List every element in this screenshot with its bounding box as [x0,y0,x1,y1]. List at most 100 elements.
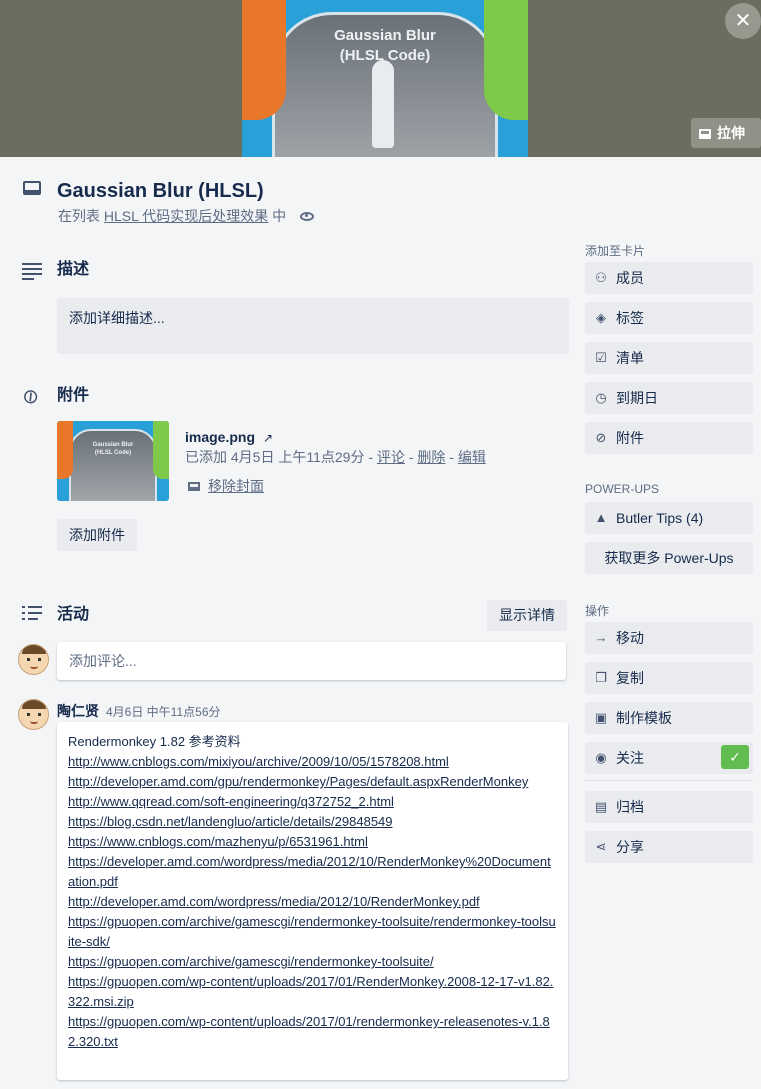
attachment-name[interactable]: image.png ↗ [185,429,273,445]
thumb-floor [69,429,157,501]
add-to-card-heading: 添加至卡片 [585,244,646,258]
show-details-button[interactable]: 显示详情 [487,600,567,631]
tag-icon: ◈ [596,310,606,325]
archive-icon: ▤ [594,799,608,814]
cover-image[interactable]: Gaussian Blur (HLSL Code) [242,0,528,157]
archive-label: 归档 [616,799,644,815]
comment-time[interactable]: 4月6日 中午11点56分 [106,703,221,720]
attachment-button[interactable]: ⊘ 附件 [585,422,753,454]
comment-link[interactable]: http://developer.amd.com/wordpress/media… [68,892,557,912]
description-icon [22,263,42,283]
move-label: 移动 [616,630,644,646]
description-heading: 描述 [57,261,90,278]
paperclip-icon: ⊘ [17,383,45,411]
attachment-label: 附件 [616,430,644,446]
remove-cover-label: 移除封面 [208,478,264,494]
attachment-edit-link[interactable]: 编辑 [458,449,486,465]
checklist-label: 清单 [616,350,644,366]
powerups-heading: POWER-UPS [585,482,660,496]
labels-button[interactable]: ◈ 标签 [585,302,753,334]
separator: - [368,449,374,465]
comment-text: Rendermonkey 1.82 参考资料 [68,734,241,749]
separator: - [408,449,414,465]
copy-button[interactable]: ❐ 复制 [585,662,753,694]
add-attachment-button[interactable]: 添加附件 [57,519,137,551]
external-link-icon[interactable]: ↗ [263,431,273,445]
copy-label: 复制 [616,670,644,686]
watch-check-icon: ✓ [721,745,749,769]
template-icon: ▣ [594,710,608,725]
watch-label: 关注 [616,750,644,766]
attachment-thumbnail[interactable]: Gaussian Blur (HLSL Code) [57,421,169,501]
comment-link[interactable]: https://blog.csdn.net/landengluo/article… [68,812,557,832]
watch-eye-icon [300,212,315,221]
labels-label: 标签 [616,310,644,326]
attachment-added-time: 已添加 4月5日 上午11点29分 [185,449,365,465]
butler-tips-label: Butler Tips (4) [616,510,704,526]
close-icon[interactable]: ✕ [725,3,761,39]
members-label: 成员 [616,270,644,286]
archive-button[interactable]: ▤ 归档 [585,791,753,823]
person-icon: ⚇ [595,270,607,285]
attachment-meta: 已添加 4月5日 上午11点29分 - 评论 - 删除 - 编辑 [185,448,486,466]
thumb-text-line2: (HLSL Code) [94,450,132,456]
move-button[interactable]: → 移动 [585,622,753,654]
share-label: 分享 [616,839,644,855]
comment-input[interactable] [57,642,566,680]
attachment-comment-link[interactable]: 评论 [377,449,405,465]
card-icon [23,181,41,195]
comment-link[interactable]: https://gpuopen.com/wp-content/uploads/2… [68,1012,557,1052]
avatar[interactable] [18,699,49,730]
due-date-label: 到期日 [616,390,658,406]
share-button[interactable]: ⋖ 分享 [585,831,753,863]
thumb-text-line1: Gaussian Blur [92,442,134,448]
comment-link[interactable]: https://gpuopen.com/wp-content/uploads/2… [68,972,557,1012]
remove-cover-link[interactable]: 移除封面 [188,476,264,496]
make-template-label: 制作模板 [616,710,672,726]
checkbox-icon: ☑ [595,350,607,365]
members-button[interactable]: ⚇ 成员 [585,262,753,294]
comment-body: Rendermonkey 1.82 参考资料 http://www.cnblog… [57,722,568,1080]
comment-author[interactable]: 陶仁贤 [57,701,99,721]
comment-link[interactable]: https://www.cnblogs.com/mazhenyu/p/65319… [68,832,557,852]
activity-icon [22,606,42,622]
comment-link[interactable]: https://developer.amd.com/wordpress/medi… [68,852,557,892]
card-cover-icon [188,482,200,491]
checklist-button[interactable]: ☑ 清单 [585,342,753,374]
sidebar-divider [585,780,753,781]
get-more-powerups-button[interactable]: 获取更多 Power-Ups [585,542,753,574]
cover-image-figure [372,60,394,148]
in-list-suffix: 中 [272,208,287,224]
separator: - [449,449,454,465]
comment-link[interactable]: https://gpuopen.com/archive/gamescgi/ren… [68,912,557,952]
in-list-prefix: 在列表 [58,208,100,224]
card-list-info: 在列表 HLSL 代码实现后处理效果 中 [58,207,315,225]
card-title[interactable]: Gaussian Blur (HLSL) [57,178,264,204]
attachment-delete-link[interactable]: 删除 [417,449,445,465]
bell-icon: ▲ [594,510,608,525]
paperclip-icon: ⊘ [595,430,607,445]
description-field[interactable]: 添加详细描述... [57,298,569,354]
comment-link[interactable]: http://www.cnblogs.com/mixiyou/archive/2… [68,752,557,772]
thumb-text: Gaussian Blur (HLSL Code) [57,441,169,457]
actions-heading: 操作 [585,604,610,618]
card-icon [699,129,711,139]
cover-image-text-line1: Gaussian Blur [334,27,436,44]
due-date-button[interactable]: ◷ 到期日 [585,382,753,414]
make-template-button[interactable]: ▣ 制作模板 [585,702,753,734]
card-cover: Gaussian Blur (HLSL Code) 拉伸 [0,0,761,157]
copy-icon: ❐ [595,670,607,685]
clock-icon: ◷ [595,390,607,405]
activity-heading: 活动 [57,606,90,623]
stretch-cover-button[interactable]: 拉伸 [691,118,761,148]
comment-link[interactable]: http://www.qqread.com/soft-engineering/q… [68,792,557,812]
list-name-link[interactable]: HLSL 代码实现后处理效果 [104,208,268,224]
butler-tips-button[interactable]: ▲ Butler Tips (4) [585,502,753,534]
share-icon: ⋖ [595,839,607,854]
comment-link[interactable]: http://developer.amd.com/gpu/rendermonke… [68,772,557,792]
comment-link[interactable]: https://gpuopen.com/archive/gamescgi/ren… [68,952,557,972]
stretch-label: 拉伸 [717,125,745,141]
attachment-filename[interactable]: image.png [185,429,255,445]
arrow-right-icon: → [594,630,608,645]
avatar[interactable] [18,644,49,675]
